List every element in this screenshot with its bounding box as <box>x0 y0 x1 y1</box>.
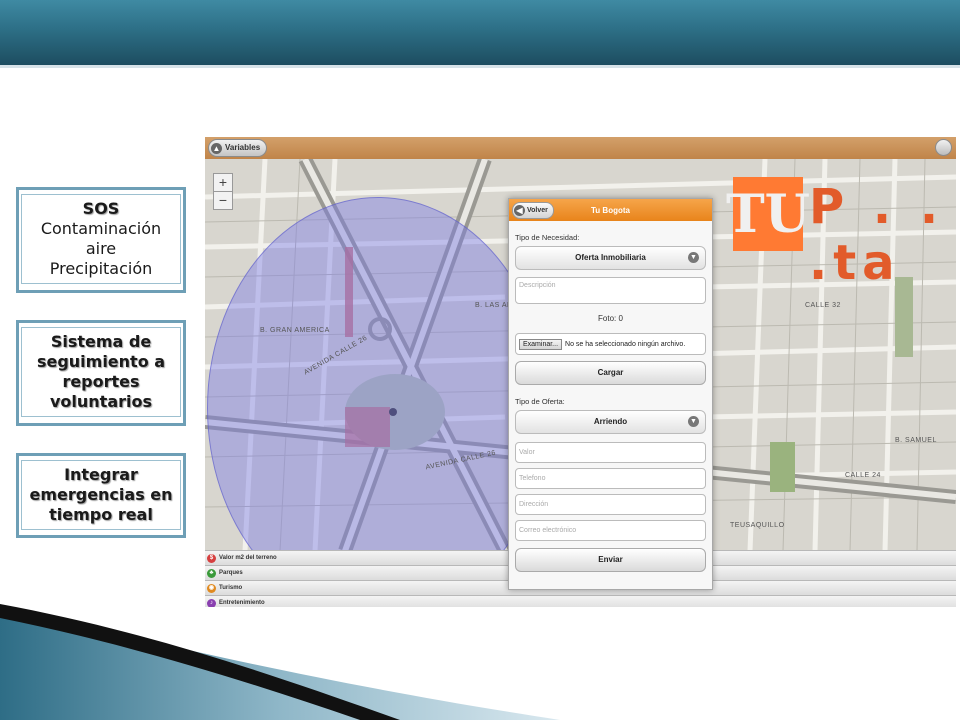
variables-label: Variables <box>225 143 261 152</box>
report-form-panel: ◀ Volver Tu Bogota Tipo de Necesidad: Of… <box>508 198 713 590</box>
value-field[interactable]: Valor <box>515 442 706 463</box>
sos-line-2: Contaminación <box>40 219 162 238</box>
browse-button[interactable]: Examinar... <box>519 338 563 350</box>
chevron-down-icon: ▼ <box>688 416 699 427</box>
variables-button[interactable]: ▲ Variables <box>208 139 268 157</box>
need-type-select[interactable]: Oferta Inmobiliaria ▼ <box>515 246 706 270</box>
map-app: B. GRAN AMERICA B. LAS AMERICAS AVENIDA … <box>205 137 956 607</box>
tracking-box: Sistema de seguimiento a reportes volunt… <box>16 320 186 426</box>
app-logo: TU P . . .ta <box>726 177 956 291</box>
street-label-1: B. GRAN AMERICA <box>260 327 330 334</box>
logo-mark: TU <box>726 177 810 251</box>
street-label-6: B. SAMUEL <box>895 437 937 444</box>
tracking-line-2: seguimiento a <box>36 352 166 371</box>
layer-label: Turismo <box>219 585 243 591</box>
sos-line-3: aire <box>85 239 117 258</box>
title-bar <box>0 0 960 68</box>
file-input[interactable]: Examinar... No se ha seleccionado ningún… <box>515 333 706 355</box>
tracking-line-3: reportes <box>62 372 140 391</box>
zoom-in-button[interactable]: + <box>214 174 232 191</box>
buffer-circle <box>207 197 549 607</box>
offer-type-select[interactable]: Arriendo ▼ <box>515 410 706 434</box>
need-type-value: Oferta Inmobiliaria <box>575 253 646 262</box>
street-label-8: CALLE 32 <box>805 302 841 309</box>
chevron-down-icon: ▼ <box>688 252 699 263</box>
email-field[interactable]: Correo electrónico <box>515 520 706 541</box>
panel-header: ◀ Volver Tu Bogota <box>509 199 712 221</box>
emergencies-line-1: Integrar <box>64 465 138 484</box>
layer-label: Valor m2 del terreno <box>219 555 277 561</box>
upload-button[interactable]: Cargar <box>515 361 706 385</box>
layer-label: Parques <box>219 570 243 576</box>
tree-icon: ♣ <box>207 568 216 578</box>
description-field[interactable]: Descripción <box>515 277 706 304</box>
street-label-7: CALLE 24 <box>845 472 881 479</box>
back-button[interactable]: ◀ Volver <box>512 201 554 219</box>
emergencies-line-2: emergencias en <box>29 485 173 504</box>
no-file-text: No se ha seleccionado ningún archivo. <box>565 340 686 348</box>
offer-type-label: Tipo de Oferta: <box>515 397 565 406</box>
decorative-swoosh <box>0 604 560 720</box>
offer-type-value: Arriendo <box>593 417 628 426</box>
send-button[interactable]: Enviar <box>515 548 706 572</box>
sos-line-4: Precipitación <box>49 259 153 278</box>
emergencies-box: Integrar emergencias en tiempo real <box>16 453 186 538</box>
need-type-label: Tipo de Necesidad: <box>515 233 580 242</box>
address-field[interactable]: Dirección <box>515 494 706 515</box>
photo-count: Foto: 0 <box>598 314 623 323</box>
phone-field[interactable]: Telefono <box>515 468 706 489</box>
zoom-out-button[interactable]: − <box>214 191 232 209</box>
chevron-left-icon: ◀ <box>514 204 525 216</box>
sos-line-1: SOS <box>82 199 120 218</box>
logo-text: P . . .ta <box>809 179 945 291</box>
money-icon: $ <box>207 553 216 563</box>
map-toolbar: ▲ Variables <box>205 137 956 159</box>
sos-box: SOS Contaminación aire Precipitación <box>16 187 186 293</box>
back-label: Volver <box>527 206 548 214</box>
street-label-5: TEUSAQUILLO <box>730 522 785 529</box>
emergencies-line-3: tiempo real <box>49 505 153 524</box>
tracking-line-1: Sistema de <box>50 332 152 351</box>
account-icon[interactable] <box>935 139 952 156</box>
binoculars-icon: ◉ <box>207 583 216 593</box>
chevron-up-icon: ▲ <box>211 142 222 154</box>
zoom-control: + − <box>213 173 233 210</box>
tracking-line-4: voluntarios <box>49 392 153 411</box>
